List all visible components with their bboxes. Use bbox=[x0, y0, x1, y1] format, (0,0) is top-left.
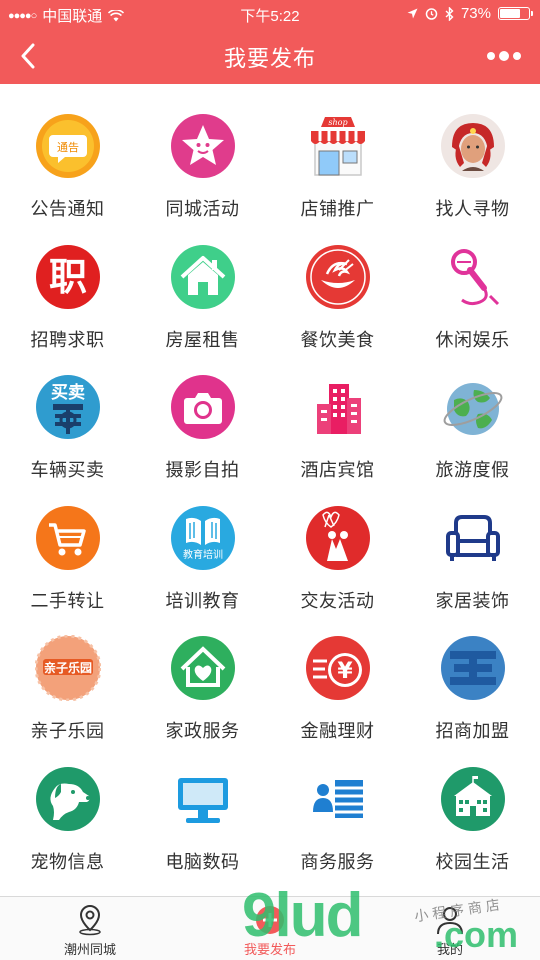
category-computer[interactable]: 电脑数码 bbox=[135, 737, 270, 872]
tab-label: 我要发布 bbox=[243, 942, 296, 957]
sofa-icon bbox=[440, 505, 506, 571]
house-icon bbox=[170, 244, 236, 310]
globe-icon bbox=[440, 374, 506, 440]
header: ●●●●○ 中国联通 下午5:22 73% 我要发布 bbox=[0, 0, 540, 84]
education-icon: 教育培训 bbox=[170, 505, 236, 571]
category-dating[interactable]: 交友活动 bbox=[270, 476, 405, 611]
battery-fill bbox=[500, 9, 520, 18]
category-leisure[interactable]: 休闲娱乐 bbox=[405, 215, 540, 350]
category-business[interactable]: 商务服务 bbox=[270, 737, 405, 872]
star-activity-icon bbox=[170, 113, 236, 179]
user-icon bbox=[437, 907, 463, 935]
housekeeping-icon bbox=[170, 635, 236, 701]
battery-icon bbox=[498, 7, 533, 20]
category-lost-found[interactable]: 找人寻物 bbox=[405, 84, 540, 219]
publish-icon bbox=[256, 906, 284, 934]
category-dining[interactable]: 餐饮美食 bbox=[270, 215, 405, 350]
tab-mine[interactable]: 我的 bbox=[390, 897, 510, 960]
category-second-hand[interactable]: 二手转让 bbox=[0, 476, 135, 611]
tab-label: 潮州同城 bbox=[63, 942, 116, 957]
family-icon: 亲子乐园 bbox=[34, 635, 101, 701]
vehicle-badge: 买卖 bbox=[51, 382, 85, 403]
category-home-decor[interactable]: 家居装饰 bbox=[405, 476, 540, 611]
more-dots-icon bbox=[487, 51, 521, 61]
category-vehicle-trade[interactable]: 买卖 车辆买卖 bbox=[0, 345, 135, 480]
hotel-icon bbox=[305, 374, 371, 440]
category-label: 宠物信息 bbox=[30, 851, 105, 872]
tab-bar: 潮州同城 我要发布 我的 bbox=[0, 896, 540, 960]
announcement-badge: 通告 bbox=[57, 141, 79, 154]
category-label: 商务服务 bbox=[300, 851, 375, 872]
alarm-icon bbox=[425, 8, 438, 20]
finance-badge: ¥ bbox=[337, 659, 353, 684]
category-shop-promo[interactable]: shop 店铺推广 bbox=[270, 84, 405, 219]
category-photography[interactable]: 摄影自拍 bbox=[135, 345, 270, 480]
status-right: 73% bbox=[407, 5, 533, 22]
tab-publish[interactable]: 我要发布 bbox=[210, 897, 330, 960]
category-housekeeping[interactable]: 家政服务 bbox=[135, 606, 270, 741]
category-campus[interactable]: 校园生活 bbox=[405, 737, 540, 872]
category-pets[interactable]: 宠物信息 bbox=[0, 737, 135, 872]
dating-icon bbox=[305, 505, 371, 571]
shop-icon: shop bbox=[305, 113, 371, 179]
bluetooth-icon bbox=[445, 6, 454, 21]
school-icon bbox=[440, 766, 506, 832]
vehicle-trade-icon: 买卖 bbox=[35, 374, 101, 440]
category-franchise[interactable]: 招商加盟 bbox=[405, 606, 540, 741]
family-badge: 亲子乐园 bbox=[43, 660, 91, 675]
person-search-icon bbox=[440, 113, 506, 179]
education-badge: 教育培训 bbox=[183, 548, 223, 561]
nav-bar: 我要发布 bbox=[0, 28, 540, 84]
dining-icon bbox=[305, 244, 371, 310]
finance-icon: ¥ bbox=[305, 635, 371, 701]
shop-badge: shop bbox=[328, 118, 347, 127]
tab-home[interactable]: 潮州同城 bbox=[30, 897, 150, 960]
category-housing[interactable]: 房屋租售 bbox=[135, 215, 270, 350]
category-grid: 通告 公告通知 同城活动 shop 店铺推广 找人寻物 职 招聘求职 房屋租售 bbox=[0, 84, 540, 872]
pet-icon bbox=[35, 766, 101, 832]
camera-icon bbox=[170, 374, 236, 440]
category-label: 校园生活 bbox=[435, 851, 510, 872]
category-travel[interactable]: 旅游度假 bbox=[405, 345, 540, 480]
location-pin-icon bbox=[79, 904, 101, 936]
category-recruitment[interactable]: 职 招聘求职 bbox=[0, 215, 135, 350]
category-city-activity[interactable]: 同城活动 bbox=[135, 84, 270, 219]
tab-label: 我的 bbox=[436, 942, 463, 957]
business-icon bbox=[305, 766, 371, 832]
more-button[interactable] bbox=[482, 40, 526, 72]
category-education[interactable]: 教育培训 培训教育 bbox=[135, 476, 270, 611]
location-arrow-icon bbox=[407, 8, 418, 19]
category-finance[interactable]: ¥ 金融理财 bbox=[270, 606, 405, 741]
status-bar: ●●●●○ 中国联通 下午5:22 73% bbox=[0, 0, 540, 28]
category-label: 电脑数码 bbox=[165, 851, 240, 872]
category-announcement[interactable]: 通告 公告通知 bbox=[0, 84, 135, 219]
computer-icon bbox=[170, 766, 236, 832]
recruit-badge: 职 bbox=[48, 255, 86, 299]
battery-percent: 73% bbox=[460, 5, 491, 22]
franchise-icon bbox=[440, 635, 506, 701]
page-title: 我要发布 bbox=[223, 46, 316, 71]
cart-icon bbox=[35, 505, 101, 571]
category-hotel[interactable]: 酒店宾馆 bbox=[270, 345, 405, 480]
announcement-icon: 通告 bbox=[35, 113, 101, 179]
recruit-icon: 职 bbox=[35, 244, 101, 310]
category-family-park[interactable]: 亲子乐园 亲子乐园 bbox=[0, 606, 135, 741]
microphone-icon bbox=[440, 244, 506, 310]
